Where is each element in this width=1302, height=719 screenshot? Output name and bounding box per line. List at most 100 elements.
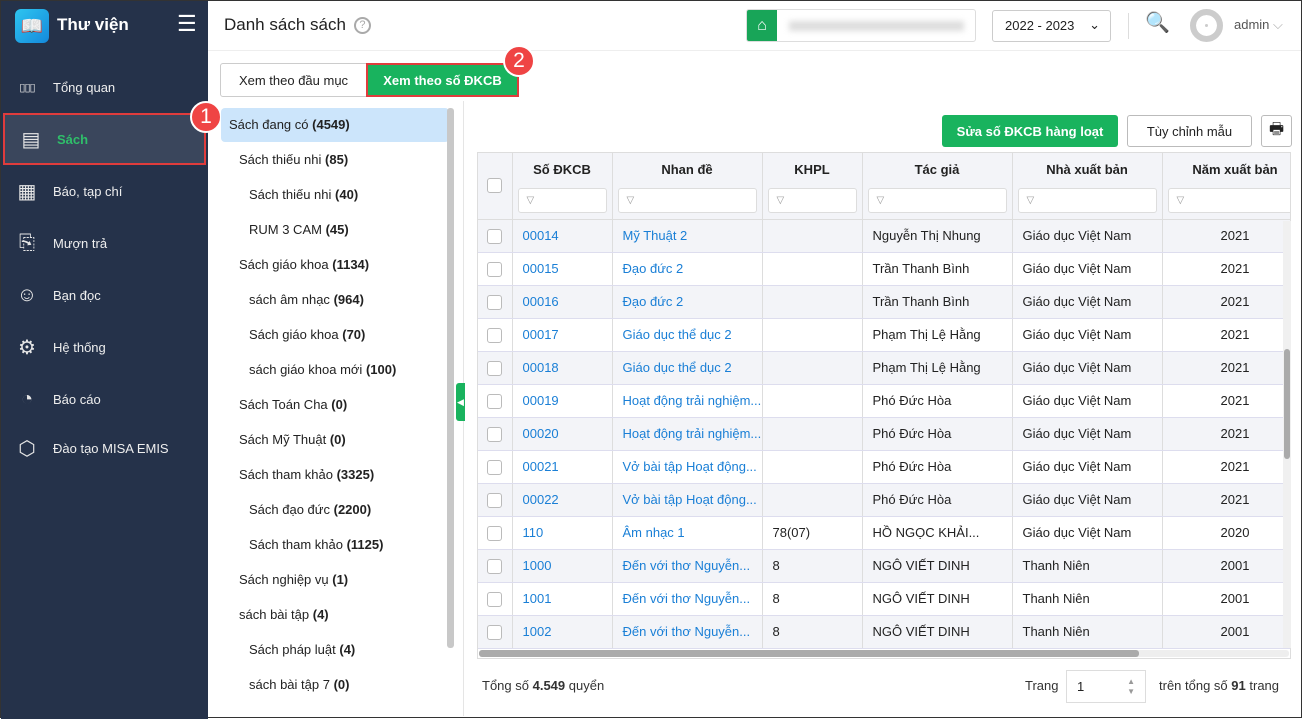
table-row[interactable]: 1001 Đến với thơ Nguyễn... 8 NGÔ VIẾT DINH T… (478, 582, 1290, 616)
table-row[interactable]: 1000 Đến với thơ Nguyễn... 8 NGÔ VIẾT DINH T… (478, 549, 1290, 583)
collapse-panel-handle[interactable]: ◀ (456, 383, 465, 421)
tree-item[interactable]: Sách đạo đức (2200) (221, 492, 449, 527)
tree-item[interactable]: sách bài tập 7 (0) (221, 667, 449, 702)
table-row[interactable]: 00022 Vở bài tập Hoạt động... Phó Đức Hòa G… (478, 483, 1290, 517)
cell-registration-number[interactable]: 00016 (512, 285, 613, 319)
stepper-arrows-icon[interactable]: ▲ ▼ (1127, 677, 1135, 697)
row-checkbox[interactable] (487, 327, 503, 343)
cell-registration-number[interactable]: 00020 (512, 417, 613, 451)
cell-title[interactable]: Giáo dục thể dục 2 (612, 318, 763, 352)
table-row[interactable]: 00015 Đạo đức 2 Trần Thanh Bình Giáo dục Vi… (478, 252, 1290, 286)
tree-item[interactable]: Sách thiếu nhi (85) (221, 142, 449, 177)
row-checkbox[interactable] (487, 393, 503, 409)
tree-item[interactable]: Sách giáo khoa (70) (221, 317, 449, 352)
cell-registration-number[interactable]: 00019 (512, 384, 613, 418)
print-button[interactable]: 🖶 (1261, 115, 1292, 147)
tree-item[interactable]: Sách pháp luật (4) (221, 632, 449, 667)
table-row[interactable]: 1002 Đến với thơ Nguyễn... 8 NGÔ VIẾT DINH T… (478, 615, 1290, 649)
tree-item[interactable]: Sách nghiệp vụ (1) (221, 562, 449, 597)
sidebar-item-3[interactable]: ⎘ Mượn trả (1, 217, 208, 269)
column-header[interactable]: Năm xuất bản ▽ (1162, 153, 1290, 220)
row-checkbox[interactable] (487, 492, 503, 508)
bulk-edit-button[interactable]: Sửa số ĐKCB hàng loạt (942, 115, 1118, 147)
tree-item[interactable]: Sách thiếu nhi (40) (221, 177, 449, 212)
tree-item[interactable]: Sách Mỹ Thuật (0) (221, 422, 449, 457)
tree-item[interactable]: sách giáo khoa mới (100) (221, 352, 449, 387)
column-filter-input[interactable]: ▽ (767, 188, 857, 213)
tab-view-by-category[interactable]: Xem theo đầu mục (220, 63, 367, 97)
table-row[interactable]: 00020 Hoạt động trải nghiệm... Phó Đức Hòa… (478, 417, 1290, 451)
cell-title[interactable]: Đến với thơ Nguyễn... (612, 549, 763, 583)
cell-registration-number[interactable]: 00018 (512, 351, 613, 385)
table-row[interactable]: 00016 Đạo đức 2 Trần Thanh Bình Giáo dục Vi… (478, 285, 1290, 319)
cell-registration-number[interactable]: 00021 (512, 450, 613, 484)
cell-title[interactable]: Vở bài tập Hoạt động... (612, 483, 763, 517)
cell-registration-number[interactable]: 00015 (512, 252, 613, 286)
tree-item[interactable]: Sách tham khảo (3325) (221, 457, 449, 492)
tree-item[interactable]: sách âm nhạc (964) (221, 282, 449, 317)
row-checkbox[interactable] (487, 261, 503, 277)
row-checkbox[interactable] (487, 360, 503, 376)
cell-title[interactable]: Hoạt động trải nghiệm... (612, 384, 763, 418)
cell-registration-number[interactable]: 1002 (512, 615, 613, 649)
cell-title[interactable]: Đến với thơ Nguyễn... (612, 615, 763, 649)
cell-title[interactable]: Đạo đức 2 (612, 285, 763, 319)
column-filter-input[interactable]: ▽ (867, 188, 1007, 213)
table-row[interactable]: 00018 Giáo dục thể dục 2 Phạm Thị Lệ Hằng G… (478, 351, 1290, 385)
column-header[interactable]: Tác giả ▽ (862, 153, 1013, 220)
column-header[interactable]: KHPL ▽ (762, 153, 863, 220)
cell-registration-number[interactable]: 00014 (512, 219, 613, 253)
column-filter-input[interactable]: ▽ (617, 188, 757, 213)
column-filter-input[interactable]: ▽ (1017, 188, 1157, 213)
column-filter-input[interactable]: ▽ (1167, 188, 1290, 213)
row-checkbox[interactable] (487, 426, 503, 442)
column-header[interactable]: Nhà xuất bản ▽ (1012, 153, 1163, 220)
avatar[interactable] (1190, 9, 1223, 42)
tab-view-by-registration-number[interactable]: Xem theo số ĐKCB (366, 63, 519, 97)
tree-item[interactable]: Sách tham khảo (1125) (221, 527, 449, 562)
column-filter-input[interactable]: ▽ (517, 188, 607, 213)
tree-item[interactable]: sách bài tập (4) (221, 597, 449, 632)
sidebar-item-2[interactable]: ▦ Báo, tạp chí (1, 165, 208, 217)
select-all-checkbox[interactable] (487, 178, 503, 194)
page-number-input[interactable]: 1 ▲ ▼ (1066, 670, 1146, 703)
sidebar-item-0[interactable]: ▯▯▯ Tổng quan (1, 61, 208, 113)
school-year-select[interactable]: 2022 - 2023 ⌄ (992, 10, 1111, 42)
sidebar-item-5[interactable]: ⚙ Hệ thống (1, 321, 208, 373)
cell-title[interactable]: Đến với thơ Nguyễn... (612, 582, 763, 616)
school-selector[interactable]: ⌂ (746, 9, 976, 42)
table-horizontal-scrollbar[interactable] (479, 650, 1289, 657)
cell-registration-number[interactable]: 1000 (512, 549, 613, 583)
cell-registration-number[interactable]: 110 (512, 516, 613, 550)
sidebar-item-1[interactable]: ▤ Sách (3, 113, 206, 165)
cell-title[interactable]: Âm nhạc 1 (612, 516, 763, 550)
sidebar-item-7[interactable]: ⬡ Đào tạo MISA EMIS (1, 422, 208, 474)
row-checkbox[interactable] (487, 591, 503, 607)
sidebar-item-4[interactable]: ☺ Bạn đọc (1, 269, 208, 321)
row-checkbox[interactable] (487, 525, 503, 541)
cell-registration-number[interactable]: 00022 (512, 483, 613, 517)
cell-registration-number[interactable]: 00017 (512, 318, 613, 352)
cell-registration-number[interactable]: 1001 (512, 582, 613, 616)
tree-item[interactable]: RUM 3 CAM (45) (221, 212, 449, 247)
table-row[interactable]: 00021 Vở bài tập Hoạt động... Phó Đức Hòa G… (478, 450, 1290, 484)
table-row[interactable]: 110 Âm nhạc 1 78(07) HỒ NGỌC KHẢI... Giáo dụ… (478, 516, 1290, 550)
cell-title[interactable]: Đạo đức 2 (612, 252, 763, 286)
row-checkbox[interactable] (487, 294, 503, 310)
customize-template-button[interactable]: Tùy chỉnh mẫu (1127, 115, 1252, 147)
tree-scrollbar[interactable] (447, 108, 454, 648)
table-row[interactable]: 00017 Giáo dục thể dục 2 Phạm Thị Lệ Hằng G… (478, 318, 1290, 352)
tree-item[interactable]: Sách giáo khoa (1134) (221, 247, 449, 282)
cell-title[interactable]: Mỹ Thuật 2 (612, 219, 763, 253)
table-row[interactable]: 00014 Mỹ Thuật 2 Nguyễn Thị Nhung Giáo dục … (478, 219, 1290, 253)
cell-title[interactable]: Hoạt động trải nghiệm... (612, 417, 763, 451)
table-vertical-scrollbar[interactable] (1283, 221, 1291, 648)
row-checkbox[interactable] (487, 624, 503, 640)
row-checkbox[interactable] (487, 228, 503, 244)
column-header[interactable]: Số ĐKCB ▽ (512, 153, 613, 220)
tree-item[interactable]: Sách Toán Cha (0) (221, 387, 449, 422)
row-checkbox[interactable] (487, 459, 503, 475)
menu-toggle-icon[interactable]: ☰ (177, 11, 197, 37)
sidebar-item-6[interactable]: ◔ Báo cáo (1, 373, 208, 425)
column-header[interactable]: Nhan đề ▽ (612, 153, 763, 220)
